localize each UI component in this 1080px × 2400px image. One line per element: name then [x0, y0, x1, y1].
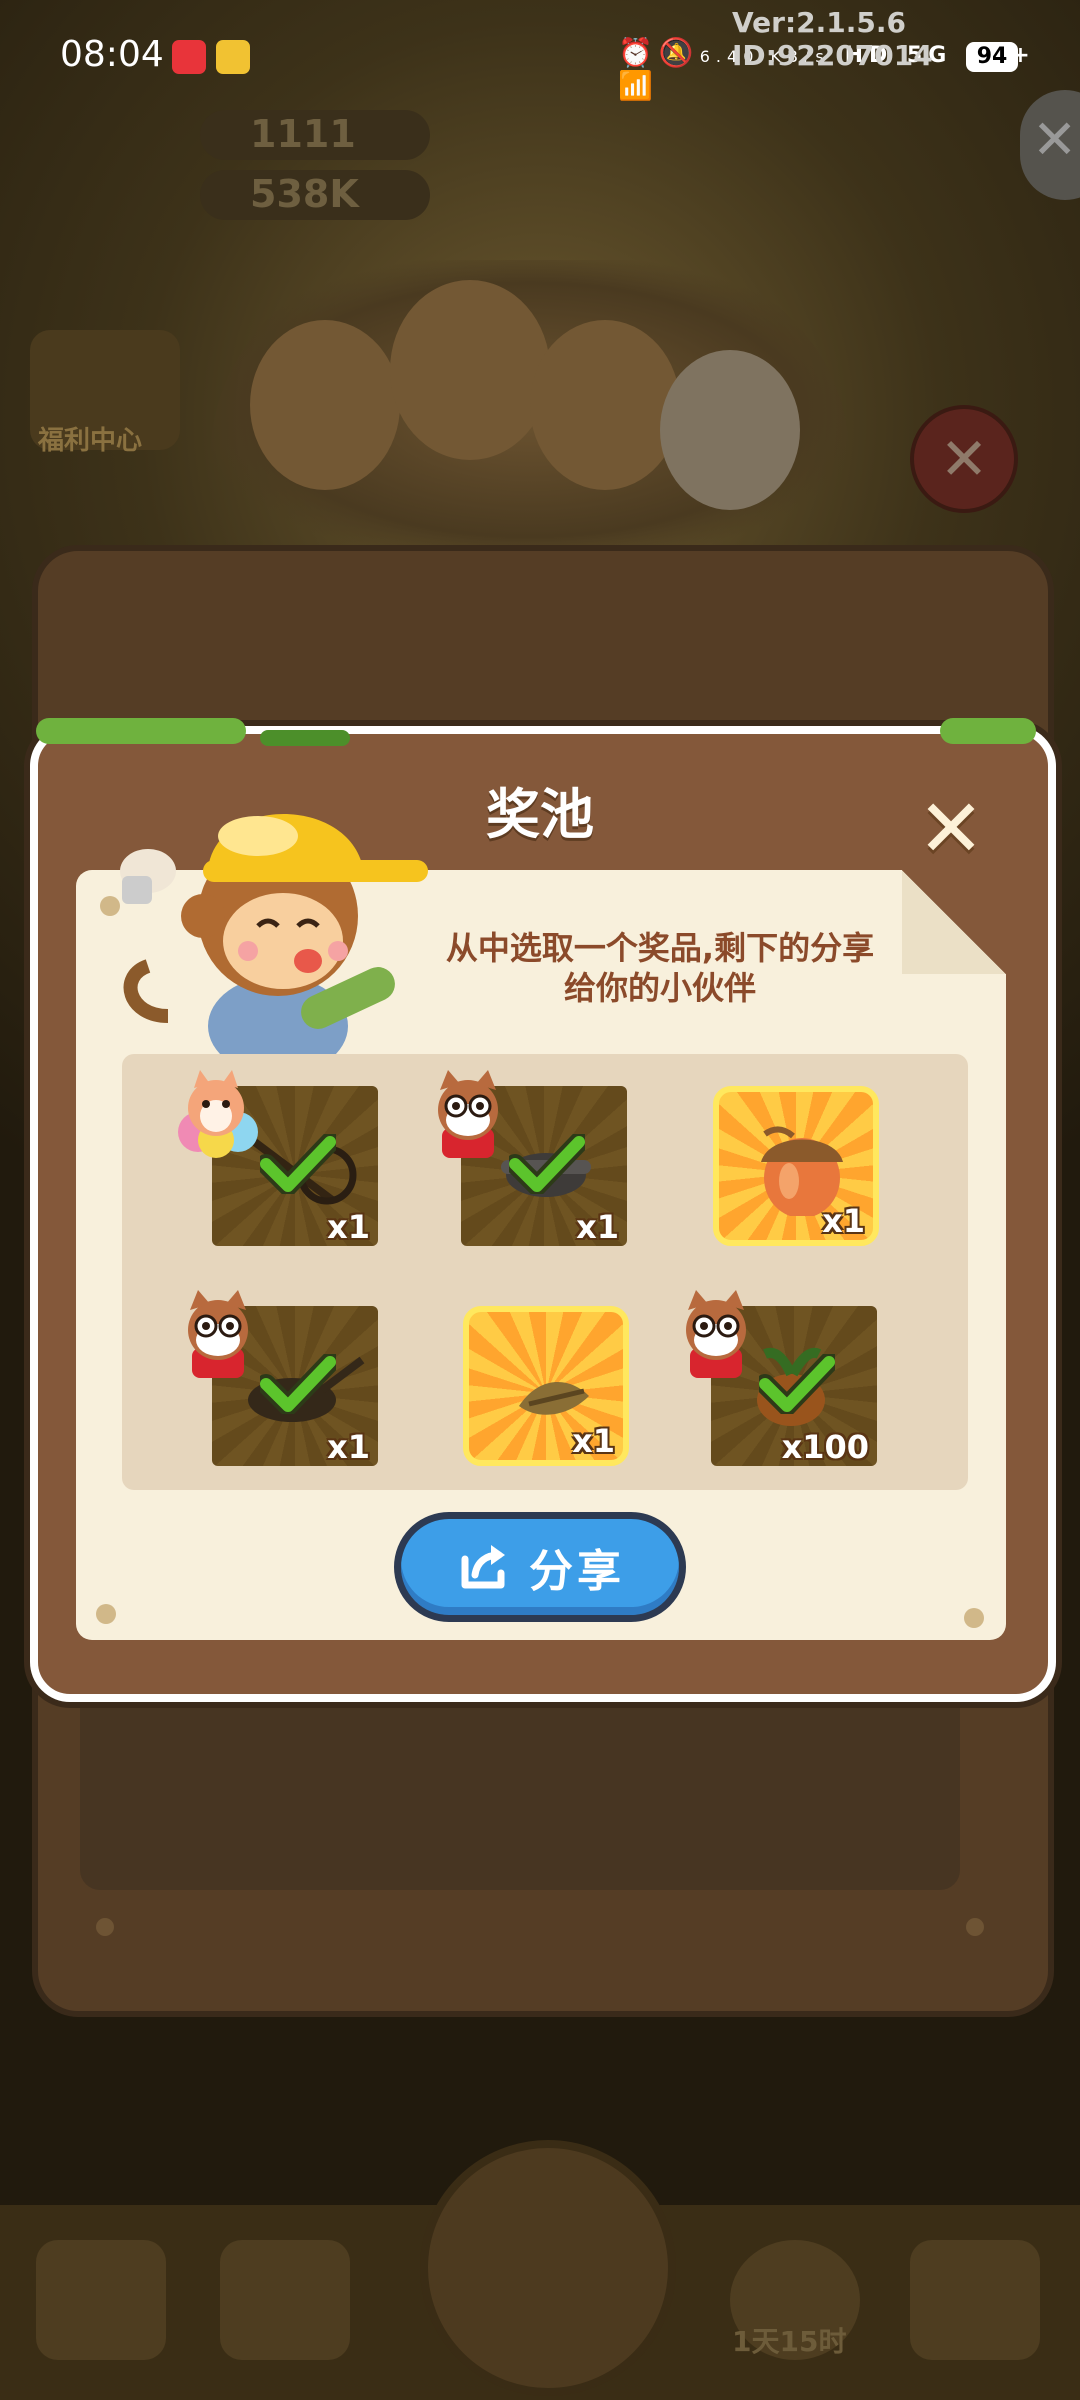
check-icon — [260, 1354, 336, 1414]
share-button-label: 分享 — [529, 1546, 625, 1597]
raccoon-avatar-icon — [188, 1290, 248, 1378]
alarm-icon: ⏰ — [618, 36, 659, 69]
check-icon — [509, 1134, 585, 1194]
check-icon — [759, 1354, 835, 1414]
timer-label: 1天15时 — [732, 2325, 847, 2358]
shop-button[interactable] — [36, 2240, 166, 2360]
home-button[interactable] — [910, 2240, 1040, 2360]
status-time: 08:04 — [60, 34, 164, 75]
animal-group-illustration — [210, 260, 850, 560]
slot-quantity: x1 — [576, 1208, 619, 1246]
pin-decoration — [966, 1918, 984, 1936]
raccoon-avatar-icon — [686, 1290, 746, 1378]
version-label: Ver:2.1.5.6 ID:92207014 — [732, 6, 933, 72]
pin-decoration — [96, 1918, 114, 1936]
welfare-center-label: 福利中心 — [38, 426, 143, 456]
app-notification-icon — [216, 40, 250, 74]
subtitle-line: 给你的小伙伴 — [563, 969, 756, 1007]
grass-decoration — [260, 730, 350, 746]
subtitle-line: 从中选取一个奖品,剩下的分享 — [445, 929, 875, 967]
share-icon — [461, 1545, 505, 1589]
pin-decoration — [96, 1604, 116, 1624]
slot-quantity: x1 — [822, 1202, 865, 1240]
main-acorn-button[interactable] — [420, 2140, 676, 2396]
grass-decoration — [36, 718, 246, 744]
squirrel-avatar-icon — [178, 1070, 258, 1158]
mute-icon: 🔕 — [658, 36, 700, 69]
raccoon-avatar-icon — [438, 1070, 498, 1158]
slot-quantity: x1 — [327, 1208, 370, 1246]
grass-decoration — [940, 718, 1036, 744]
check-icon — [260, 1134, 336, 1194]
slot-quantity: x100 — [781, 1428, 869, 1466]
monkey-mascot-illustration — [120, 814, 428, 1066]
reward-slot-acorn[interactable]: x1 — [713, 1086, 879, 1246]
pin-decoration — [964, 1608, 984, 1628]
close-icon[interactable] — [910, 405, 1018, 513]
app-notification-icon — [172, 40, 206, 74]
gift-button[interactable] — [220, 2240, 350, 2360]
status-bar: 08:04 ⏰🔕6.40 KB/s HD 5G 4G+ 📶 94 Ver:2.1… — [0, 0, 1080, 110]
coins-count: 538K — [250, 172, 359, 216]
hearts-count: 1111 — [250, 112, 356, 156]
slot-quantity: x1 — [572, 1422, 615, 1460]
share-button[interactable]: 分享 — [394, 1512, 686, 1622]
slot-quantity: x1 — [327, 1428, 370, 1466]
reward-slot-branch[interactable]: x1 — [463, 1306, 629, 1466]
close-icon[interactable]: ✕ — [908, 786, 994, 872]
dialog-subtitle: 从中选取一个奖品,剩下的分享 给你的小伙伴 — [380, 928, 940, 1008]
wifi-icon: 📶 — [618, 69, 659, 102]
